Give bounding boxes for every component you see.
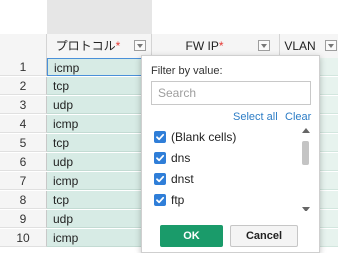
filter-option-label: dns (171, 151, 191, 165)
column-header-label: プロトコル* (55, 39, 121, 53)
checkbox-checked-icon[interactable] (154, 152, 166, 164)
row-number[interactable]: 10 (0, 229, 47, 247)
protocol-cell[interactable]: icmp (47, 172, 152, 190)
row-number[interactable]: 8 (0, 191, 47, 209)
filter-options-list: (Blank cells) dns dnst ftp (151, 126, 313, 211)
required-mark: * (115, 39, 121, 53)
protocol-cell[interactable]: udp (47, 153, 152, 171)
corner-cell[interactable] (0, 34, 47, 58)
scroll-up-icon[interactable] (302, 128, 310, 133)
filter-search-input[interactable] (151, 81, 311, 105)
filter-popup: Filter by value: Select all Clear (Blank… (141, 55, 320, 253)
checkbox-checked-icon[interactable] (154, 194, 166, 206)
filter-option-label: ftp (171, 193, 185, 207)
row-number[interactable]: 5 (0, 134, 47, 152)
row-number[interactable]: 1 (0, 58, 47, 76)
toolbar-strip (0, 0, 338, 35)
filter-option-label: (Blank cells) (171, 130, 237, 144)
row-number[interactable]: 3 (0, 96, 47, 114)
checkbox-checked-icon[interactable] (154, 131, 166, 143)
filter-dropdown-icon[interactable] (258, 40, 270, 51)
protocol-cell[interactable]: udp (47, 96, 152, 114)
checkbox-checked-icon[interactable] (154, 173, 166, 185)
protocol-cell[interactable]: icmp (47, 229, 152, 247)
filter-list-scrollbar[interactable] (300, 128, 311, 211)
filter-option-label: dnst (171, 172, 194, 186)
protocol-cell[interactable]: icmp (47, 58, 152, 76)
row-number[interactable]: 4 (0, 115, 47, 133)
row-number[interactable]: 6 (0, 153, 47, 171)
filter-dropdown-icon[interactable] (134, 40, 146, 51)
cancel-button[interactable]: Cancel (230, 225, 298, 247)
ok-button[interactable]: OK (160, 225, 223, 247)
column-selection-indicator (47, 0, 152, 34)
row-number[interactable]: 2 (0, 77, 47, 95)
row-number[interactable]: 9 (0, 210, 47, 228)
protocol-cell[interactable]: tcp (47, 77, 152, 95)
required-mark: * (218, 39, 224, 53)
protocol-cell[interactable]: tcp (47, 191, 152, 209)
clear-link[interactable]: Clear (285, 111, 311, 123)
select-all-link[interactable]: Select all (233, 111, 278, 123)
filter-title: Filter by value: (151, 65, 223, 77)
scrollbar-thumb[interactable] (302, 141, 309, 165)
scroll-down-icon[interactable] (302, 207, 310, 211)
protocol-cell[interactable]: udp (47, 210, 152, 228)
row-number[interactable]: 7 (0, 172, 47, 190)
spreadsheet: プロトコル* FW IP* VLAN 1 icmp 2 tcp 3 udp 4 icmp 5 tc… (0, 0, 338, 253)
filter-dropdown-icon[interactable] (325, 40, 337, 51)
protocol-cell[interactable]: tcp (47, 134, 152, 152)
column-header-protocol[interactable]: プロトコル* (47, 34, 152, 58)
protocol-cell[interactable]: icmp (47, 115, 152, 133)
